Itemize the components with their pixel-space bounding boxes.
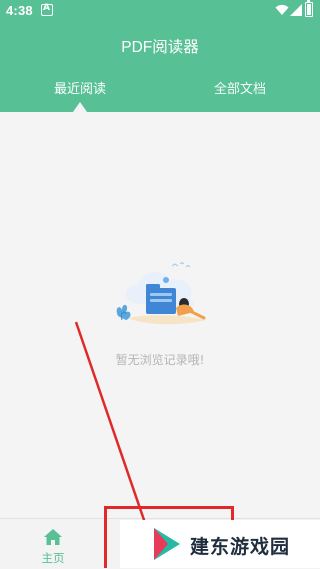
empty-state-illustration: [116, 261, 206, 325]
wifi-icon: [275, 4, 289, 15]
battery-icon: [305, 0, 313, 17]
status-time: 4:38: [6, 3, 33, 18]
app-header: 4:38 A PDF阅读器 最近阅读 全部文档: [0, 0, 320, 112]
watermark: 建东游戏园: [120, 520, 320, 568]
nav-home[interactable]: 主页: [28, 523, 78, 567]
empty-state-message: 暂无浏览记录哦!: [115, 353, 205, 367]
tab-all-documents[interactable]: 全部文档: [160, 78, 320, 97]
tab-recent-reading[interactable]: 最近阅读: [0, 78, 160, 97]
nav-home-label: 主页: [41, 551, 65, 565]
tab-bar: 最近阅读 全部文档: [0, 78, 320, 112]
notification-icon: A: [41, 3, 53, 16]
status-bar: 4:38 A: [0, 0, 320, 22]
signal-icon: [290, 4, 302, 16]
watermark-text: 建东游戏园: [190, 536, 291, 558]
home-icon: [44, 529, 62, 545]
tab-selected-indicator: [73, 102, 87, 112]
watermark-logo-icon: [154, 528, 180, 560]
app-title: PDF阅读器: [121, 39, 199, 56]
